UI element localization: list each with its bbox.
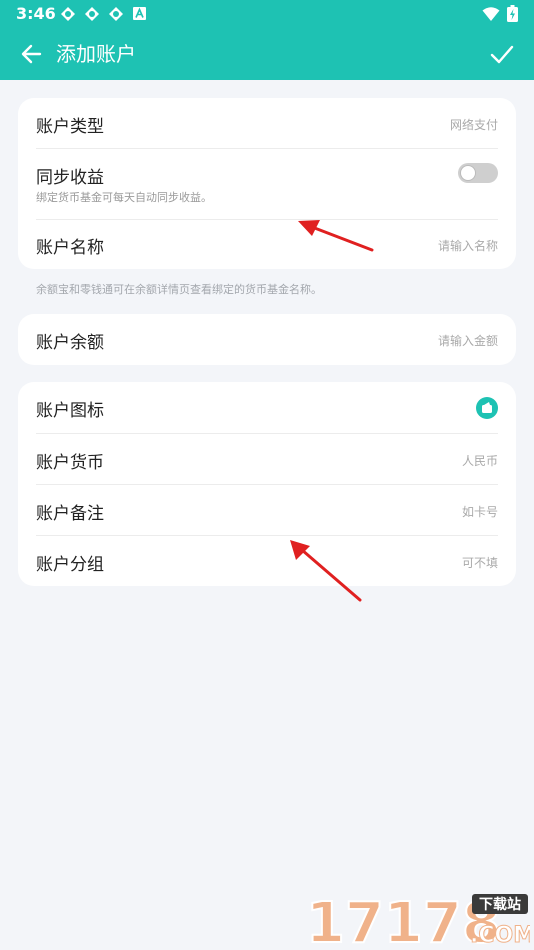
app-bar: 添加账户 — [0, 28, 534, 80]
account-balance-label: 账户余额 — [36, 333, 104, 353]
account-balance-row[interactable]: 账户余额 请输入金额 — [18, 314, 516, 365]
notification-icon — [109, 7, 123, 21]
account-currency-value: 人民币 — [461, 454, 498, 468]
notification-icon — [61, 7, 75, 21]
account-info-card: 账户类型 网络支付 同步收益 绑定货币基金可每天自动同步收益。 账户名称 请输入… — [18, 98, 516, 269]
account-remark-input[interactable]: 如卡号 — [462, 503, 498, 520]
account-group-input[interactable]: 可不填 — [462, 554, 498, 571]
account-icon-label: 账户图标 — [36, 401, 104, 421]
account-name-label: 账户名称 — [36, 238, 104, 258]
account-name-row[interactable]: 账户名称 请输入名称 — [18, 220, 516, 269]
site-watermark-logo: 17178 下载站 .COM — [305, 890, 530, 948]
account-remark-label: 账户备注 — [36, 504, 104, 524]
status-bar: 3:46 — [0, 0, 534, 28]
account-currency-label: 账户货币 — [36, 453, 104, 473]
notification-icon — [85, 7, 99, 21]
account-details-card: 账户图标 账户货币 人民币 账户备注 如卡号 账户分组 可不填 — [18, 382, 516, 586]
battery-icon — [507, 5, 518, 22]
account-balance-input[interactable]: 请输入金额 — [438, 332, 498, 349]
confirm-check-icon[interactable] — [488, 40, 516, 68]
page-title: 添加账户 — [56, 42, 136, 66]
status-time: 3:46 — [16, 4, 56, 23]
account-type-value: 网络支付 — [449, 118, 498, 132]
account-type-row[interactable]: 账户类型 网络支付 — [18, 98, 516, 148]
account-group-row[interactable]: 账户分组 可不填 — [18, 536, 516, 586]
watermark-domain: .COM — [470, 923, 530, 948]
balance-card: 账户余额 请输入金额 — [18, 314, 516, 365]
account-remark-row[interactable]: 账户备注 如卡号 — [18, 485, 516, 535]
account-icon-row[interactable]: 账户图标 — [18, 382, 516, 433]
sync-earnings-description: 绑定货币基金可每天自动同步收益。 — [36, 191, 212, 204]
sync-earnings-toggle[interactable] — [458, 163, 498, 183]
toggle-knob — [460, 165, 476, 181]
wallet-icon — [476, 397, 498, 419]
back-arrow-icon[interactable] — [18, 40, 46, 68]
sync-earnings-label: 同步收益 — [36, 168, 104, 188]
account-currency-row[interactable]: 账户货币 人民币 — [18, 434, 516, 484]
watermark-tag: 下载站 — [479, 896, 521, 913]
a-badge-icon — [133, 7, 146, 20]
sync-earnings-row: 同步收益 绑定货币基金可每天自动同步收益。 — [18, 149, 516, 219]
account-name-input[interactable]: 请输入名称 — [438, 237, 498, 254]
account-type-label: 账户类型 — [36, 117, 104, 137]
wifi-icon — [482, 7, 500, 21]
fund-name-note: 余额宝和零钱通可在余额详情页查看绑定的货币基金名称。 — [36, 283, 322, 296]
account-group-label: 账户分组 — [36, 555, 104, 575]
